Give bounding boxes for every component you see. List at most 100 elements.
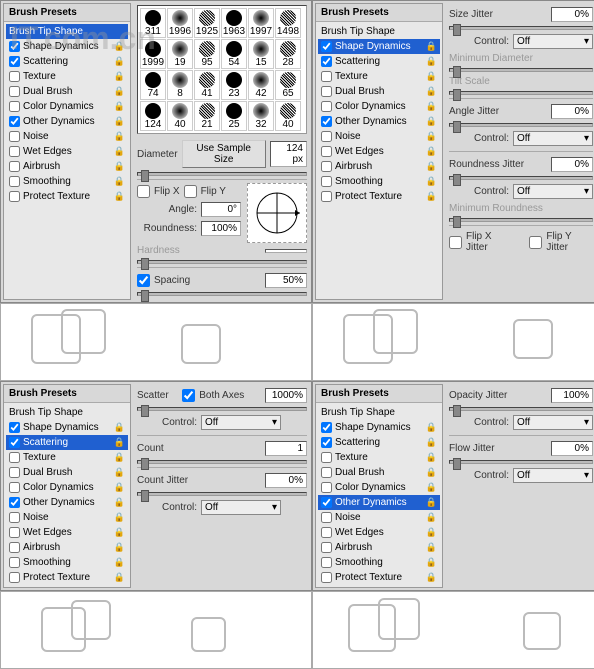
item-smoothing[interactable]: Smoothing🔒: [6, 174, 128, 189]
item-protect-texture[interactable]: Protect Texture🔒: [318, 570, 440, 585]
count-control-dropdown[interactable]: Off▾: [201, 500, 281, 515]
chk-texture[interactable]: [9, 71, 20, 82]
size-jitter-input[interactable]: 0%: [551, 7, 593, 22]
scatter-control-dropdown[interactable]: Off▾: [201, 415, 281, 430]
item-protect-texture[interactable]: Protect Texture🔒: [318, 189, 440, 204]
roundness-jitter-slider[interactable]: [449, 176, 593, 180]
chk-dual[interactable]: [9, 86, 20, 97]
item-color-dynamics[interactable]: Color Dynamics🔒: [6, 480, 128, 495]
flipy-check[interactable]: [184, 185, 197, 198]
item-scattering[interactable]: Scattering🔒: [6, 435, 128, 450]
brush-thumb[interactable]: 8: [167, 70, 193, 100]
chk-other[interactable]: [9, 116, 20, 127]
item-noise[interactable]: Noise🔒: [6, 510, 128, 525]
item-protect-texture[interactable]: Protect Texture🔒: [6, 189, 128, 204]
chk-protect[interactable]: [9, 191, 20, 202]
roundness-jitter-input[interactable]: 0%: [551, 157, 593, 172]
item-color-dynamics[interactable]: Color Dynamics🔒: [318, 99, 440, 114]
item-dual-brush[interactable]: Dual Brush🔒: [6, 465, 128, 480]
brush-thumb[interactable]: 54: [221, 39, 247, 69]
count-jitter-slider[interactable]: [137, 492, 307, 496]
item-texture[interactable]: Texture🔒: [318, 69, 440, 84]
item-texture[interactable]: Texture🔒: [318, 450, 440, 465]
item-brush-tip[interactable]: Brush Tip Shape: [318, 405, 440, 420]
brush-thumb[interactable]: 15: [248, 39, 274, 69]
roundness-control-dropdown[interactable]: Off▾: [513, 184, 593, 199]
item-color-dynamics[interactable]: Color Dynamics🔒: [6, 99, 128, 114]
item-other-dynamics[interactable]: Other Dynamics🔒: [318, 495, 440, 510]
item-airbrush[interactable]: Airbrush🔒: [318, 540, 440, 555]
brush-thumb[interactable]: 1925: [194, 8, 220, 38]
item-wet-edges[interactable]: Wet Edges🔒: [318, 144, 440, 159]
angle-control-dropdown[interactable]: Off▾: [513, 131, 593, 146]
item-smoothing[interactable]: Smoothing🔒: [318, 174, 440, 189]
brush-thumb[interactable]: 124: [140, 101, 166, 131]
count-jitter-input[interactable]: 0%: [265, 473, 307, 488]
brush-thumb[interactable]: 25: [221, 101, 247, 131]
brush-thumb[interactable]: 95: [194, 39, 220, 69]
item-shape-dynamics[interactable]: Shape Dynamics🔒: [6, 420, 128, 435]
spacing-check[interactable]: [137, 274, 150, 287]
brush-thumb[interactable]: 1997: [248, 8, 274, 38]
chk-color[interactable]: [9, 101, 20, 112]
brush-thumb[interactable]: 41: [194, 70, 220, 100]
chk-wet[interactable]: [9, 146, 20, 157]
angle-jitter-slider[interactable]: [449, 123, 593, 127]
diameter-slider[interactable]: [137, 172, 307, 176]
item-other-dynamics[interactable]: Other Dynamics🔒: [318, 114, 440, 129]
flow-control-dropdown[interactable]: Off▾: [513, 468, 593, 483]
item-noise[interactable]: Noise🔒: [318, 510, 440, 525]
angle-input[interactable]: 0°: [201, 202, 241, 217]
chk-smooth[interactable]: [9, 176, 20, 187]
both-axes-check[interactable]: [182, 389, 195, 402]
item-brush-tip[interactable]: Brush Tip Shape: [6, 405, 128, 420]
flow-jitter-slider[interactable]: [449, 460, 593, 464]
brush-thumb[interactable]: 40: [275, 101, 301, 131]
chk-scatter[interactable]: [9, 56, 20, 67]
flipx-check[interactable]: [137, 185, 150, 198]
item-dual-brush[interactable]: Dual Brush🔒: [318, 84, 440, 99]
flipx-jitter-check[interactable]: [449, 236, 462, 249]
brush-thumb[interactable]: 19: [167, 39, 193, 69]
brush-thumb[interactable]: 40: [167, 101, 193, 131]
item-airbrush[interactable]: Airbrush🔒: [6, 159, 128, 174]
spacing-input[interactable]: 50%: [265, 273, 307, 288]
scatter-slider[interactable]: [137, 407, 307, 411]
item-texture[interactable]: Texture🔒: [6, 450, 128, 465]
opacity-jitter-input[interactable]: 100%: [551, 388, 593, 403]
brush-thumb[interactable]: 21: [194, 101, 220, 131]
diameter-input[interactable]: 124 px: [270, 141, 307, 167]
count-input[interactable]: 1: [265, 441, 307, 456]
brush-thumb[interactable]: 23: [221, 70, 247, 100]
chk-air[interactable]: [9, 161, 20, 172]
flow-jitter-input[interactable]: 0%: [551, 441, 593, 456]
item-brush-tip[interactable]: Brush Tip Shape: [318, 24, 440, 39]
item-texture[interactable]: Texture🔒: [6, 69, 128, 84]
item-shape-dynamics[interactable]: Shape Dynamics🔒: [318, 420, 440, 435]
item-dual-brush[interactable]: Dual Brush🔒: [318, 465, 440, 480]
brush-thumb[interactable]: 65: [275, 70, 301, 100]
scatter-input[interactable]: 1000%: [265, 388, 307, 403]
item-noise[interactable]: Noise🔒: [6, 129, 128, 144]
brush-thumb[interactable]: 1963: [221, 8, 247, 38]
item-wet-edges[interactable]: Wet Edges🔒: [6, 144, 128, 159]
angle-widget[interactable]: [247, 183, 307, 243]
item-wet-edges[interactable]: Wet Edges🔒: [318, 525, 440, 540]
brush-thumb[interactable]: 42: [248, 70, 274, 100]
item-smoothing[interactable]: Smoothing🔒: [318, 555, 440, 570]
opacity-jitter-slider[interactable]: [449, 407, 593, 411]
brush-thumb[interactable]: 1996: [167, 8, 193, 38]
size-control-dropdown[interactable]: Off▾: [513, 34, 593, 49]
item-other-dynamics[interactable]: Other Dynamics🔒: [6, 114, 128, 129]
roundness-input[interactable]: 100%: [201, 221, 241, 236]
item-scattering[interactable]: Scattering🔒: [318, 435, 440, 450]
item-noise[interactable]: Noise🔒: [318, 129, 440, 144]
item-wet-edges[interactable]: Wet Edges🔒: [6, 525, 128, 540]
brush-thumb[interactable]: 28: [275, 39, 301, 69]
brush-thumb[interactable]: 1498: [275, 8, 301, 38]
opacity-control-dropdown[interactable]: Off▾: [513, 415, 593, 430]
count-slider[interactable]: [137, 460, 307, 464]
item-airbrush[interactable]: Airbrush🔒: [6, 540, 128, 555]
spacing-slider[interactable]: [137, 292, 307, 296]
item-airbrush[interactable]: Airbrush🔒: [318, 159, 440, 174]
